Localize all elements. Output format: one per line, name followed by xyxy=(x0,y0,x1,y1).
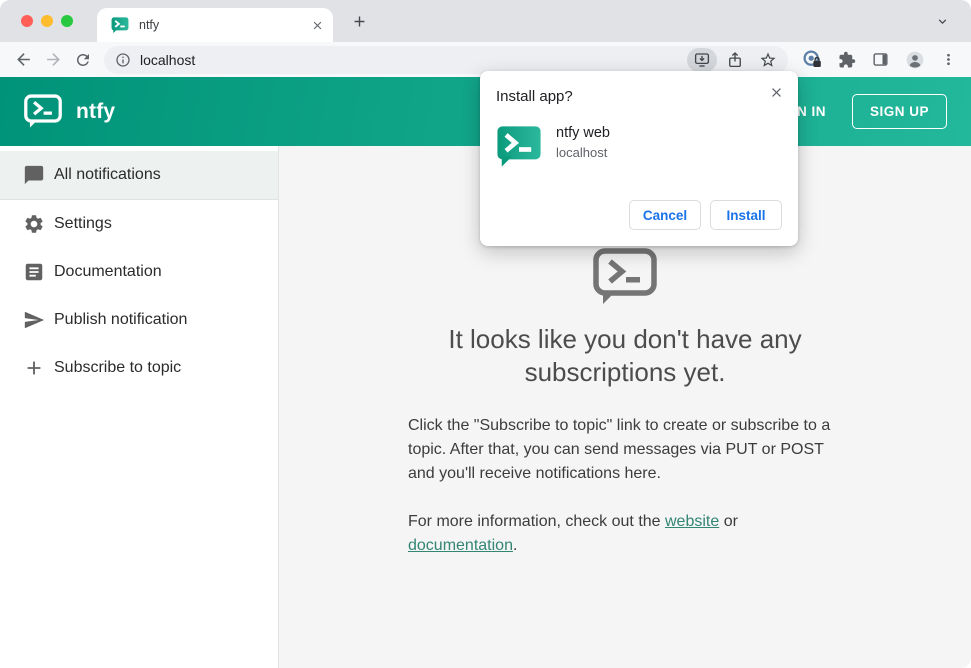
empty-state-heading: It looks like you don't have any subscri… xyxy=(448,324,802,388)
profile-avatar-icon[interactable] xyxy=(900,45,929,74)
privacy-extension-icon[interactable] xyxy=(798,45,827,74)
sidebar: All notifications Settings Documentation… xyxy=(0,146,279,668)
paragraph-text: or xyxy=(719,512,738,530)
sidebar-item-all-notifications[interactable]: All notifications xyxy=(0,151,278,200)
tab-strip: ntfy xyxy=(0,0,971,42)
sign-up-button[interactable]: SIGN UP xyxy=(851,94,947,129)
browser-window: ntfy localhost ntfy SIGN IN SIGN UP All … xyxy=(0,0,971,668)
dialog-app-origin: localhost xyxy=(556,145,608,160)
share-icon[interactable] xyxy=(720,48,750,72)
address-bar[interactable]: localhost xyxy=(104,45,788,74)
omnibox-actions xyxy=(687,47,783,72)
paragraph-text: For more information, check out the xyxy=(408,512,665,530)
empty-state-links-paragraph: For more information, check out the webs… xyxy=(408,510,842,558)
sidebar-item-label: All notifications xyxy=(54,166,161,183)
sidebar-item-label: Subscribe to topic xyxy=(54,359,182,376)
send-icon xyxy=(22,308,46,332)
forward-icon[interactable] xyxy=(38,45,68,75)
ntfy-favicon-icon xyxy=(111,16,129,34)
traffic-lights xyxy=(0,15,73,27)
bookmark-star-icon[interactable] xyxy=(753,48,783,72)
app-title: ntfy xyxy=(76,99,116,123)
dialog-app-info: ntfy web localhost xyxy=(496,122,782,168)
sidebar-item-publish-notification[interactable]: Publish notification xyxy=(0,296,278,344)
side-panel-icon[interactable] xyxy=(866,45,895,74)
ntfy-app-icon xyxy=(496,122,542,168)
empty-state: It looks like you don't have any subscri… xyxy=(408,248,842,668)
reload-icon[interactable] xyxy=(68,45,98,75)
sidebar-item-label: Documentation xyxy=(54,263,162,280)
minimize-window-button[interactable] xyxy=(41,15,53,27)
website-link[interactable]: website xyxy=(665,513,719,530)
ntfy-terminal-icon xyxy=(593,248,657,311)
sidebar-item-settings[interactable]: Settings xyxy=(0,200,278,248)
browser-menu-icon[interactable] xyxy=(934,45,963,74)
empty-state-paragraph: Click the "Subscribe to topic" link to c… xyxy=(408,416,831,482)
dialog-title: Install app? xyxy=(496,88,573,105)
install-app-dialog: Install app? ntfy web localhost Cancel I… xyxy=(480,71,798,246)
install-button[interactable]: Install xyxy=(710,200,782,230)
new-tab-button[interactable] xyxy=(345,7,373,35)
ntfy-logo-icon xyxy=(24,94,62,129)
browser-tab[interactable]: ntfy xyxy=(97,8,333,42)
cancel-button[interactable]: Cancel xyxy=(629,200,701,230)
gear-icon xyxy=(22,212,46,236)
extensions-puzzle-icon[interactable] xyxy=(832,45,861,74)
url-text: localhost xyxy=(140,51,196,68)
site-info-icon[interactable] xyxy=(115,52,131,68)
zoom-window-button[interactable] xyxy=(61,15,73,27)
back-icon[interactable] xyxy=(8,45,38,75)
sidebar-item-label: Settings xyxy=(54,215,112,232)
sidebar-item-documentation[interactable]: Documentation xyxy=(0,248,278,296)
paragraph-text: . xyxy=(512,536,518,554)
article-icon xyxy=(22,260,46,284)
install-app-icon[interactable] xyxy=(687,47,717,72)
dialog-app-name: ntfy web xyxy=(556,125,610,141)
plus-icon xyxy=(22,356,46,380)
documentation-link[interactable]: documentation xyxy=(408,537,513,554)
chat-icon xyxy=(22,163,46,187)
dialog-app-texts: ntfy web localhost xyxy=(556,122,610,160)
dialog-buttons: Cancel Install xyxy=(629,200,782,230)
toolbar-right-actions xyxy=(798,45,963,74)
sidebar-item-subscribe-to-topic[interactable]: Subscribe to topic xyxy=(0,344,278,392)
tab-title: ntfy xyxy=(139,18,160,32)
tab-search-chevron-icon[interactable] xyxy=(929,8,955,34)
sidebar-item-label: Publish notification xyxy=(54,311,188,328)
tab-close-icon[interactable] xyxy=(309,17,325,33)
close-window-button[interactable] xyxy=(21,15,33,27)
close-icon[interactable] xyxy=(767,83,785,101)
